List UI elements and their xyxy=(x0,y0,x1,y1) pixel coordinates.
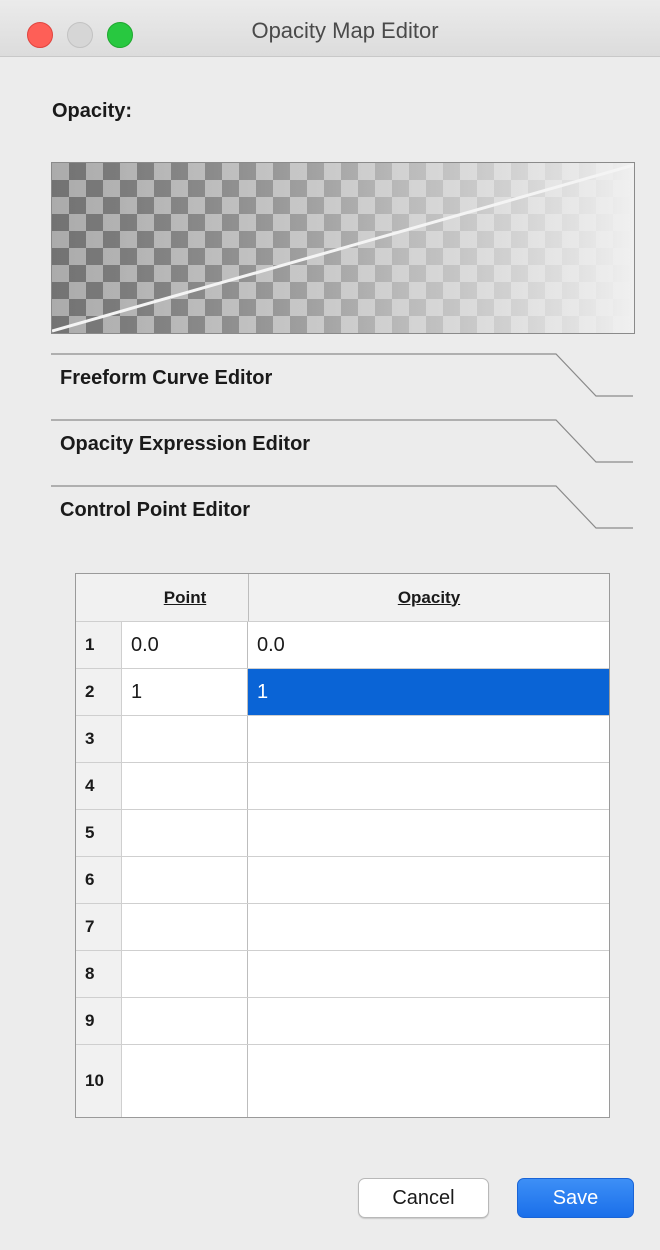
section-label: Freeform Curve Editor xyxy=(60,367,273,389)
section-opacity-expression-editor[interactable]: Opacity Expression Editor xyxy=(51,419,633,464)
section-label: Opacity Expression Editor xyxy=(60,433,311,455)
table-row: 9 xyxy=(76,998,609,1045)
point-cell[interactable]: 0.0 xyxy=(122,622,248,668)
point-cell[interactable] xyxy=(122,857,248,903)
row-header[interactable]: 2 xyxy=(76,669,122,715)
row-header[interactable]: 10 xyxy=(76,1045,122,1117)
opacity-curve-preview[interactable] xyxy=(51,162,635,334)
row-header[interactable]: 4 xyxy=(76,763,122,809)
row-header[interactable]: 1 xyxy=(76,622,122,668)
row-header[interactable]: 9 xyxy=(76,998,122,1044)
opacity-cell[interactable] xyxy=(248,810,609,856)
point-cell[interactable] xyxy=(122,904,248,950)
corner-header xyxy=(76,574,122,621)
table-row: 211 xyxy=(76,669,609,716)
opacity-cell[interactable]: 0.0 xyxy=(248,622,609,668)
table-row: 8 xyxy=(76,951,609,998)
opacity-cell[interactable] xyxy=(248,716,609,762)
table-body: 1 0.0 0.0 2 1 1 3 4 5 6 7 8 9 10 xyxy=(76,622,609,1117)
row-header[interactable]: 8 xyxy=(76,951,122,997)
section-label: Control Point Editor xyxy=(60,499,250,521)
opacity-cell[interactable] xyxy=(248,904,609,950)
opacity-curve-graph xyxy=(52,163,634,333)
section-freeform-curve-editor[interactable]: Freeform Curve Editor xyxy=(51,353,633,398)
row-header[interactable]: 3 xyxy=(76,716,122,762)
opacity-cell[interactable] xyxy=(248,998,609,1044)
point-cell[interactable] xyxy=(122,1045,248,1117)
opacity-cell[interactable] xyxy=(248,951,609,997)
column-header-opacity[interactable]: Opacity xyxy=(249,574,609,621)
table-row: 4 xyxy=(76,763,609,810)
table-row: 1 0.0 0.0 xyxy=(76,622,609,669)
column-header-point[interactable]: Point xyxy=(122,574,249,621)
opacity-curve-line xyxy=(52,163,634,333)
point-cell[interactable] xyxy=(122,951,248,997)
opacity-cell[interactable]: 1 xyxy=(248,669,609,715)
table-row: 7 xyxy=(76,904,609,951)
cancel-button[interactable]: Cancel xyxy=(358,1178,489,1218)
section-control-point-editor[interactable]: Control Point Editor xyxy=(51,485,633,530)
point-cell[interactable] xyxy=(122,998,248,1044)
window-title: Opacity Map Editor xyxy=(251,18,439,43)
table-row: 6 xyxy=(76,857,609,904)
point-cell[interactable] xyxy=(122,716,248,762)
table-row: 10 xyxy=(76,1045,609,1117)
table-row: 5 xyxy=(76,810,609,857)
row-header[interactable]: 5 xyxy=(76,810,122,856)
opacity-label: Opacity: xyxy=(52,100,133,122)
opacity-cell[interactable] xyxy=(248,1045,609,1117)
title-bar[interactable]: Opacity Map Editor xyxy=(0,0,660,57)
point-cell[interactable]: 1 xyxy=(122,669,248,715)
opacity-cell[interactable] xyxy=(248,763,609,809)
point-cell[interactable] xyxy=(122,810,248,856)
table-header: Point Opacity xyxy=(76,574,609,622)
save-button[interactable]: Save xyxy=(517,1178,634,1218)
table-row: 3 xyxy=(76,716,609,763)
row-header[interactable]: 7 xyxy=(76,904,122,950)
row-header[interactable]: 6 xyxy=(76,857,122,903)
control-point-table: Point Opacity 1 0.0 0.0 2 1 1 3 4 5 6 7 8 9 10 xyxy=(75,573,610,1118)
opacity-cell[interactable] xyxy=(248,857,609,903)
point-cell[interactable] xyxy=(122,763,248,809)
